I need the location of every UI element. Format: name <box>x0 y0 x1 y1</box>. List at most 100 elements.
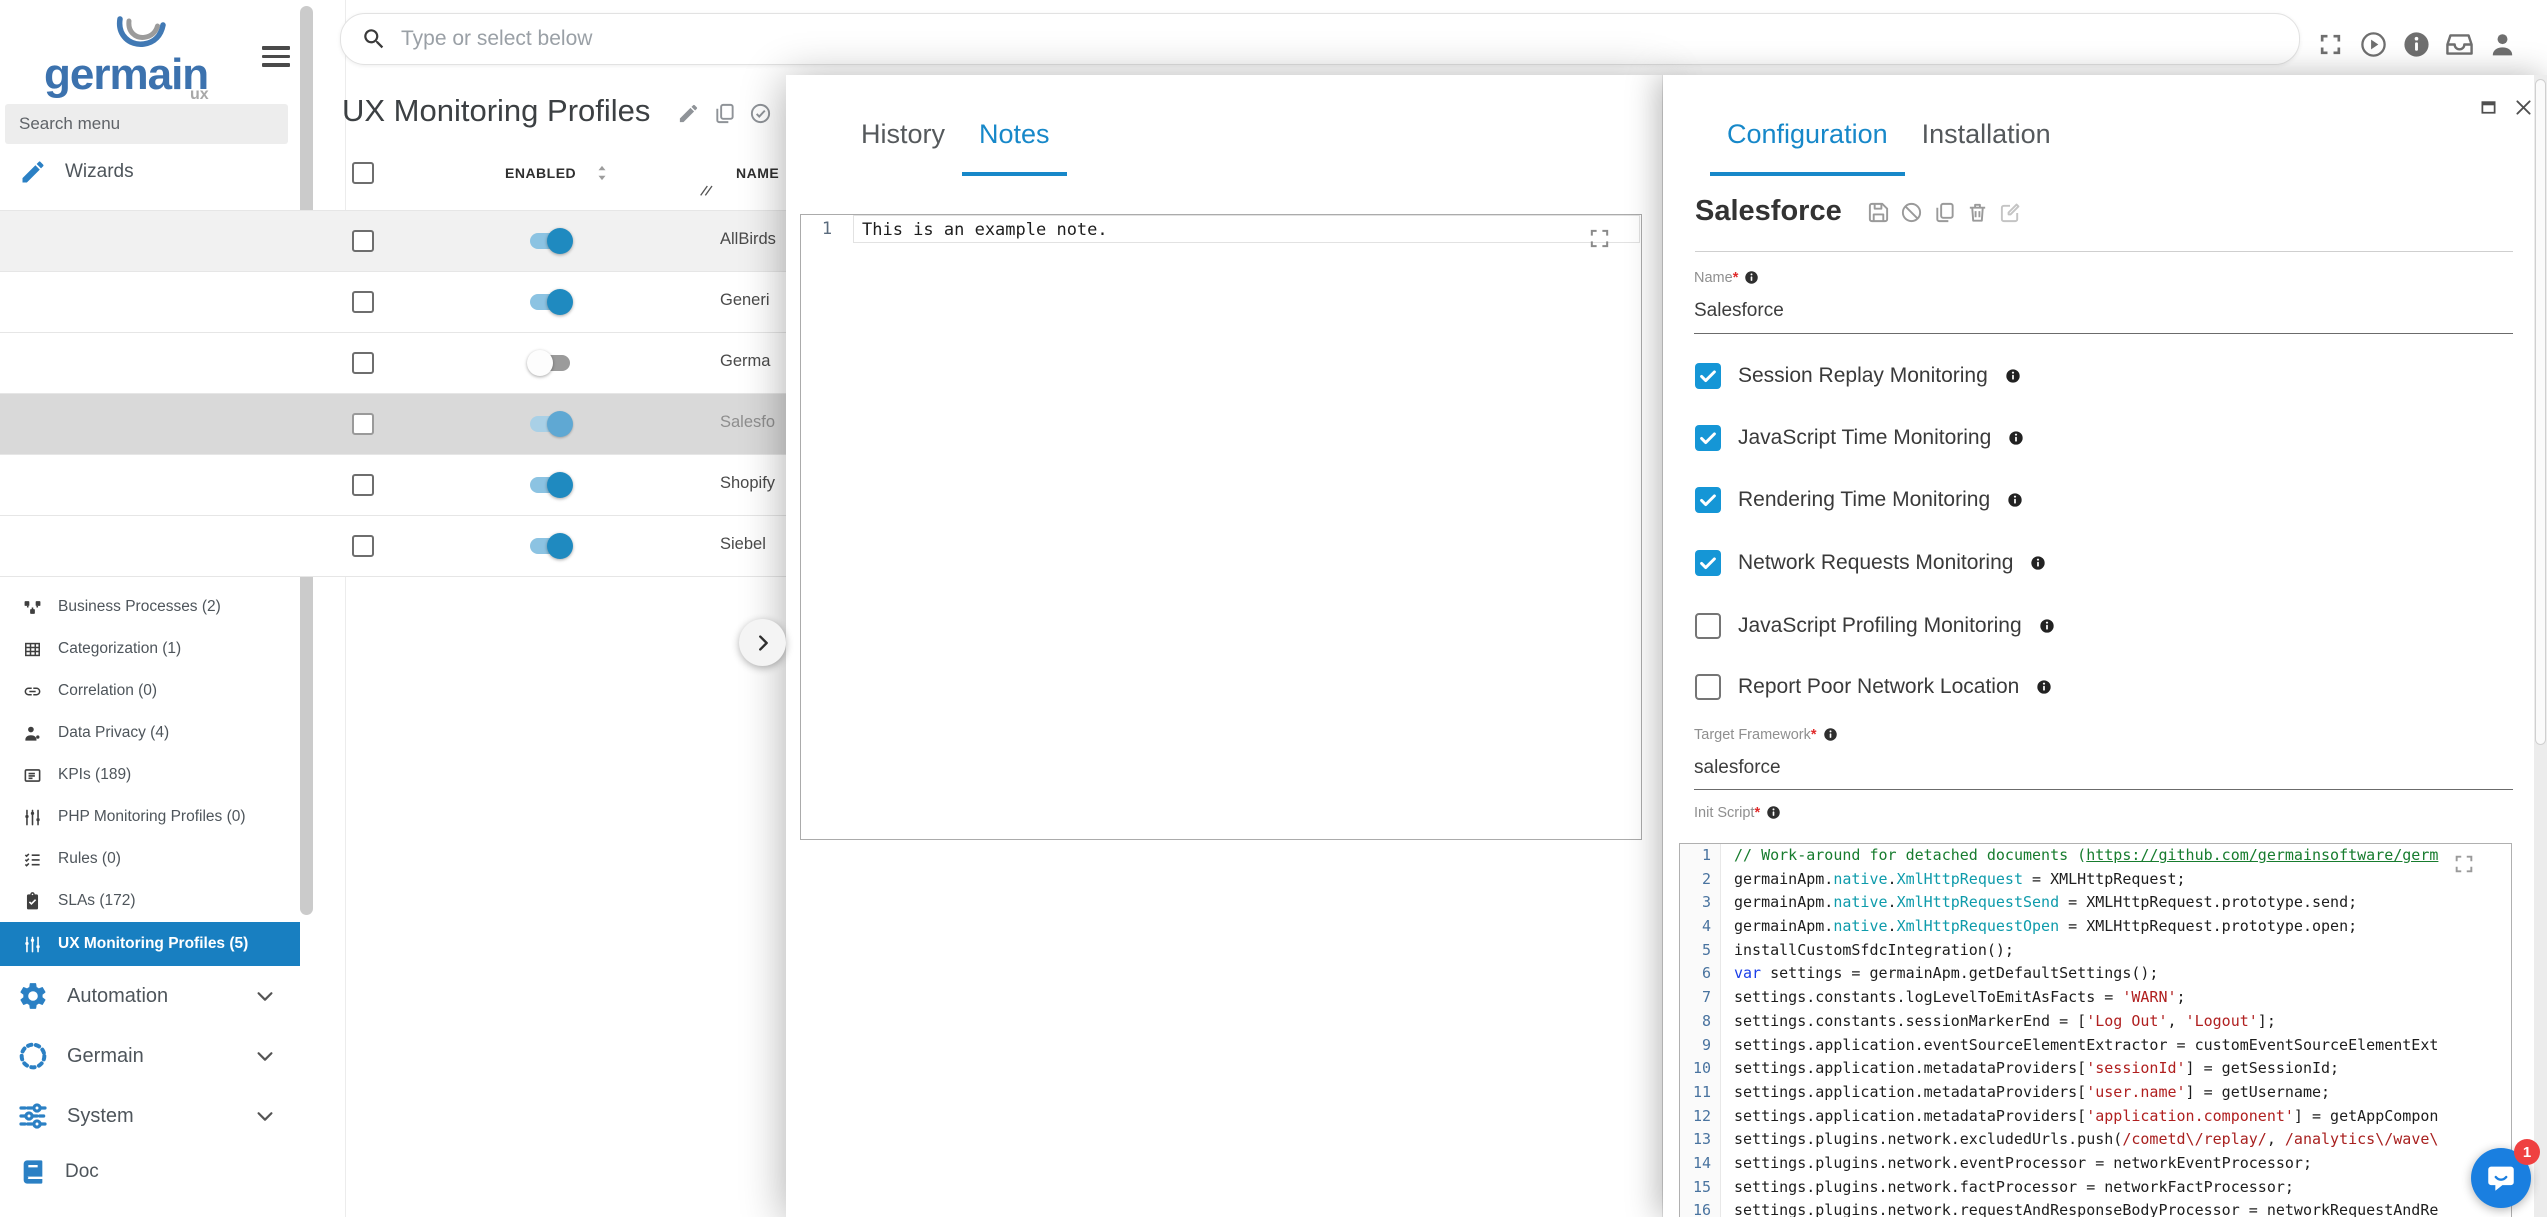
enabled-toggle[interactable] <box>530 538 570 554</box>
name-field-value[interactable]: Salesforce <box>1694 300 1784 322</box>
code-line[interactable]: 4germainApm.native.XmlHttpRequestOpen = … <box>1680 915 2511 939</box>
sidebar-item-php-monitoring-profiles-0[interactable]: PHP Monitoring Profiles (0) <box>0 796 300 838</box>
code-line[interactable]: 13settings.plugins.network.excludedUrls.… <box>1680 1128 2511 1152</box>
edit-icon[interactable] <box>677 102 700 125</box>
collapse-panel-button[interactable] <box>739 619 786 666</box>
resize-icon[interactable] <box>698 182 714 198</box>
row-checkbox[interactable] <box>352 230 374 252</box>
copy-icon[interactable] <box>713 102 736 125</box>
fullscreen-icon[interactable] <box>2316 30 2345 59</box>
enabled-toggle[interactable] <box>530 416 570 432</box>
code-line[interactable]: 16settings.plugins.network.requestAndRes… <box>1680 1199 2511 1217</box>
column-header-name[interactable]: NAME <box>736 165 779 181</box>
code-line[interactable]: 6var settings = germainApm.getDefaultSet… <box>1680 962 2511 986</box>
note-line[interactable]: 1This is an example note. <box>801 215 1641 243</box>
checkbox-row-session-replay-monitoring[interactable]: Session Replay Monitoring <box>1695 363 2021 389</box>
sidebar-item-doc[interactable]: Doc <box>0 1146 300 1198</box>
sidebar-search-input[interactable] <box>5 104 288 144</box>
row-checkbox[interactable] <box>352 535 374 557</box>
sidebar-item-categorization-1[interactable]: Categorization (1) <box>0 628 300 670</box>
notes-tab-history[interactable]: History <box>844 119 962 176</box>
checkbox[interactable] <box>1695 613 1721 639</box>
code-line[interactable]: 9settings.application.eventSourceElement… <box>1680 1034 2511 1058</box>
row-checkbox[interactable] <box>352 474 374 496</box>
sidebar-item-system[interactable]: System <box>0 1086 300 1146</box>
info-dark-icon[interactable] <box>2005 368 2021 384</box>
checkbox[interactable] <box>1695 550 1721 576</box>
sidebar-item-ux-monitoring-profiles-5[interactable]: UX Monitoring Profiles (5) <box>0 922 300 966</box>
info-dark-icon[interactable] <box>2007 492 2023 508</box>
chevron-down-icon[interactable] <box>254 1105 276 1127</box>
info-circle-icon[interactable] <box>2402 30 2431 59</box>
code-line[interactable]: 14settings.plugins.network.eventProcesso… <box>1680 1152 2511 1176</box>
check-circle-icon[interactable] <box>749 102 772 125</box>
checkbox[interactable] <box>1695 487 1721 513</box>
sidebar-item-germain[interactable]: Germain <box>0 1026 300 1086</box>
note-text[interactable]: This is an example note. <box>853 215 1640 243</box>
config-tab-installation[interactable]: Installation <box>1905 119 2068 176</box>
enabled-toggle[interactable] <box>530 294 570 310</box>
sidebar-item-data-privacy-4[interactable]: Data Privacy (4) <box>0 712 300 754</box>
info-dark-icon[interactable] <box>2030 555 2046 571</box>
sidebar-item-correlation-0[interactable]: Correlation (0) <box>0 670 300 712</box>
notes-editor[interactable]: 1This is an example note. <box>800 214 1642 840</box>
code-line[interactable]: 3germainApm.native.XmlHttpRequestSend = … <box>1680 891 2511 915</box>
chevron-down-icon[interactable] <box>254 1045 276 1067</box>
sort-icon[interactable] <box>592 162 612 184</box>
code-line[interactable]: 11settings.application.metadataProviders… <box>1680 1081 2511 1105</box>
checkbox-row-rendering-time-monitoring[interactable]: Rendering Time Monitoring <box>1695 487 2023 513</box>
checkbox-row-network-requests-monitoring[interactable]: Network Requests Monitoring <box>1695 550 2046 576</box>
code-line[interactable]: 12settings.application.metadataProviders… <box>1680 1105 2511 1129</box>
checkbox[interactable] <box>1695 363 1721 389</box>
checkbox-row-report-poor-network-location[interactable]: Report Poor Network Location <box>1695 674 2052 700</box>
checkbox[interactable] <box>1695 674 1721 700</box>
save-icon[interactable] <box>1867 201 1890 224</box>
checkbox-row-javascript-time-monitoring[interactable]: JavaScript Time Monitoring <box>1695 425 2024 451</box>
code-line[interactable]: 7settings.constants.logLevelToEmitAsFact… <box>1680 986 2511 1010</box>
trash-icon[interactable] <box>1966 201 1989 224</box>
close-icon[interactable] <box>2513 97 2534 118</box>
info-dark-icon[interactable] <box>1744 270 1759 285</box>
enabled-toggle[interactable] <box>530 233 570 249</box>
play-circle-icon[interactable] <box>2359 30 2388 59</box>
target-framework-field-value[interactable]: salesforce <box>1694 757 1781 779</box>
info-dark-icon[interactable] <box>2008 430 2024 446</box>
expand-icon[interactable] <box>2453 853 2475 875</box>
chevron-down-icon[interactable] <box>254 985 276 1007</box>
user-icon[interactable] <box>2488 30 2517 59</box>
sidebar-item-business-processes-2[interactable]: Business Processes (2) <box>0 586 300 628</box>
inbox-icon[interactable] <box>2445 30 2474 59</box>
sidebar-item-slas-172[interactable]: SLAs (172) <box>0 880 300 922</box>
sidebar-item-kpis-189[interactable]: KPIs (189) <box>0 754 300 796</box>
column-header-enabled[interactable]: ENABLED <box>505 165 576 181</box>
enabled-toggle[interactable] <box>530 355 570 371</box>
code-line[interactable]: 5installCustomSfdcIntegration(); <box>1680 939 2511 963</box>
info-dark-icon[interactable] <box>1766 805 1781 820</box>
init-script-editor[interactable]: 1// Work-around for detached documents (… <box>1679 843 2512 1217</box>
code-line[interactable]: 10settings.application.metadataProviders… <box>1680 1057 2511 1081</box>
row-checkbox[interactable] <box>352 413 374 435</box>
code-line[interactable]: 15settings.plugins.network.factProcessor… <box>1680 1176 2511 1200</box>
code-line[interactable]: 8settings.constants.sessionMarkerEnd = [… <box>1680 1010 2511 1034</box>
expand-icon[interactable] <box>1588 227 1611 250</box>
checkbox[interactable] <box>1695 425 1721 451</box>
code-line[interactable]: 1// Work-around for detached documents (… <box>1680 844 2511 868</box>
copy-icon[interactable] <box>1933 201 1956 224</box>
checkbox-row-javascript-profiling-monitoring[interactable]: JavaScript Profiling Monitoring <box>1695 613 2055 639</box>
info-dark-icon[interactable] <box>1823 727 1838 742</box>
edit-square-icon[interactable] <box>1999 201 2022 224</box>
sidebar-item-rules-0[interactable]: Rules (0) <box>0 838 300 880</box>
sidebar-item-automation[interactable]: Automation <box>0 966 300 1026</box>
enabled-toggle[interactable] <box>530 477 570 493</box>
info-dark-icon[interactable] <box>2039 618 2055 634</box>
select-all-checkbox[interactable] <box>352 162 374 184</box>
window-maximize-icon[interactable] <box>2478 97 2499 118</box>
info-dark-icon[interactable] <box>2036 679 2052 695</box>
notes-tab-notes[interactable]: Notes <box>962 119 1067 176</box>
panel-scrollbar[interactable] <box>2535 79 2546 745</box>
row-checkbox[interactable] <box>352 352 374 374</box>
config-tab-configuration[interactable]: Configuration <box>1710 119 1905 176</box>
row-checkbox[interactable] <box>352 291 374 313</box>
global-search-input[interactable] <box>399 14 2243 64</box>
ban-icon[interactable] <box>1900 201 1923 224</box>
